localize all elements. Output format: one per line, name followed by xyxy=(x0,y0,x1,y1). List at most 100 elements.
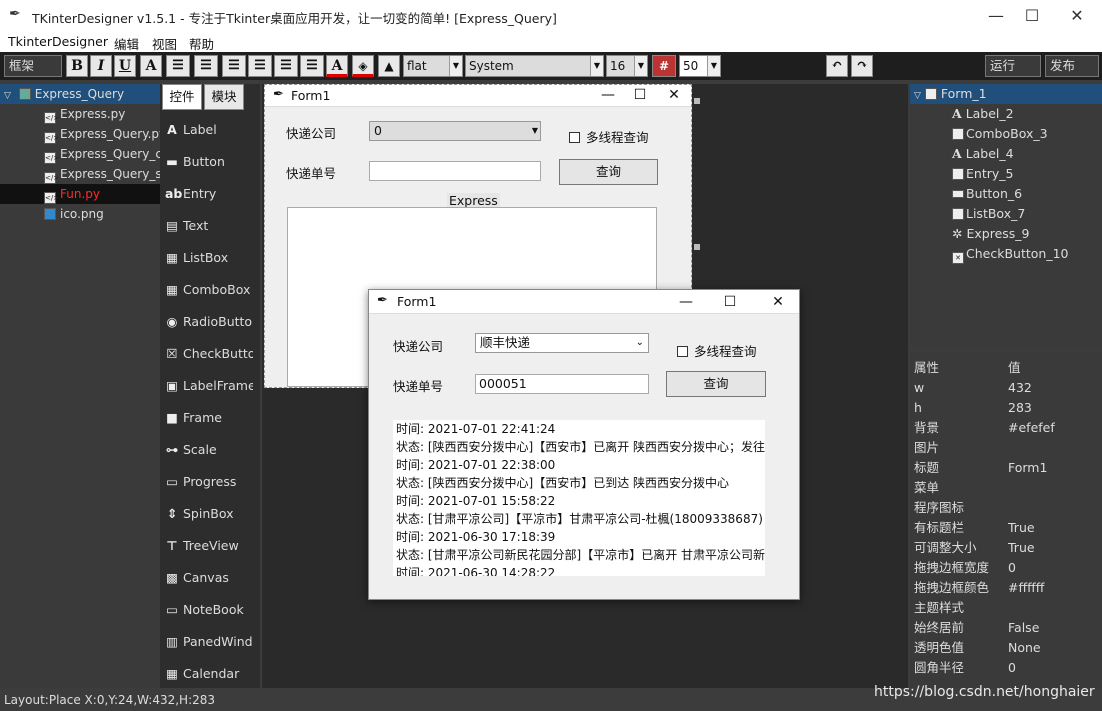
property-row[interactable]: 图片 xyxy=(914,438,1100,458)
file-item[interactable]: </>Express_Query.py xyxy=(0,124,160,144)
maximize-icon[interactable]: ☐ xyxy=(713,292,747,312)
number-label[interactable]: 快递单号 xyxy=(286,163,336,182)
tool-item[interactable]: ▬ Button xyxy=(165,152,253,172)
tool-item[interactable]: abEntry xyxy=(165,184,253,204)
multithread-checkbox[interactable]: 多线程查询 xyxy=(569,127,649,146)
property-row[interactable]: 主题样式 xyxy=(914,598,1100,618)
tool-item[interactable]: ▤ Text xyxy=(165,216,253,236)
tab-controls[interactable]: 控件 xyxy=(162,84,202,110)
widget-item[interactable]: ✕ CheckButton_10 xyxy=(952,244,1068,264)
expand-icon[interactable]: ▽ xyxy=(914,91,921,101)
property-row[interactable]: 始终居前 False xyxy=(914,618,1100,638)
result-line[interactable]: 状态: [陕西西安分拨中心]【西安市】已离开 陕西西安分拨中心；发往 xyxy=(393,438,765,456)
multithread-checkbox[interactable]: 多线程查询 xyxy=(677,341,757,360)
minimize-icon[interactable]: — xyxy=(669,292,703,312)
resize-handle[interactable] xyxy=(694,244,700,250)
widget-item[interactable]: A Label_4 xyxy=(952,144,1014,164)
widget-item[interactable]: Button_6 xyxy=(952,184,1022,204)
tool-item[interactable]: ▭ Progress xyxy=(165,472,253,492)
undo-icon[interactable]: ↶ xyxy=(826,55,848,77)
preview-form-window[interactable]: ✒ Form1 — ☐ ✕ 快递公司 顺丰快递 ⌄ 多线程查询 快递单号 0000… xyxy=(368,289,800,600)
property-value[interactable]: False xyxy=(1008,618,1039,638)
property-row[interactable]: 标题 Form1 xyxy=(914,458,1100,478)
minimize-button[interactable]: — xyxy=(978,5,1014,27)
font-size-select[interactable]: 16 ▼ xyxy=(606,55,648,77)
font-a-button[interactable]: A xyxy=(140,55,162,77)
maximize-button[interactable]: ☐ xyxy=(1014,5,1050,27)
image-icon[interactable]: ▲ xyxy=(378,55,400,77)
expand-icon[interactable]: ▽ xyxy=(4,91,11,101)
bold-button[interactable]: B xyxy=(66,55,88,77)
frame-select[interactable]: 框架 xyxy=(4,55,62,77)
property-value[interactable]: None xyxy=(1008,638,1041,658)
tool-item[interactable]: ■ Frame xyxy=(165,408,253,428)
property-row[interactable]: 菜单 xyxy=(914,478,1100,498)
align-top-icon[interactable]: ☰ xyxy=(248,55,272,77)
widget-item[interactable]: Entry_5 xyxy=(952,164,1013,184)
property-row[interactable]: 可调整大小 True xyxy=(914,538,1100,558)
property-row[interactable]: h 283 xyxy=(914,398,1100,418)
company-label[interactable]: 快递公司 xyxy=(286,123,336,142)
redo-icon[interactable]: ↷ xyxy=(851,55,873,77)
query-button[interactable]: 查询 xyxy=(666,371,766,397)
result-line[interactable]: 状态: [甘肃平凉公司新民花园分部]【平凉市】已离开 甘肃平凉公司新 xyxy=(393,546,765,564)
italic-button[interactable]: I xyxy=(90,55,112,77)
align-left-icon[interactable]: ☰ xyxy=(166,55,190,77)
result-line[interactable]: 时间: 2021-06-30 17:18:39 xyxy=(393,528,765,546)
menu-help[interactable]: 帮助 xyxy=(189,34,214,53)
result-line[interactable]: 时间: 2021-07-01 22:38:00 xyxy=(393,456,765,474)
tool-item[interactable]: ☒ CheckButto xyxy=(165,344,253,364)
property-row[interactable]: 透明色值 None xyxy=(914,638,1100,658)
property-value[interactable]: True xyxy=(1008,518,1035,538)
result-line[interactable]: 时间: 2021-07-01 22:41:24 xyxy=(393,420,765,438)
close-icon[interactable]: ✕ xyxy=(761,292,795,312)
property-value[interactable]: 0 xyxy=(1008,558,1016,578)
tool-item[interactable]: ◉ RadioButto xyxy=(165,312,253,332)
tool-item[interactable]: ▦ ListBox xyxy=(165,248,253,268)
tool-item[interactable]: ▦ ComboBox xyxy=(165,280,253,300)
property-value[interactable]: True xyxy=(1008,538,1035,558)
fill-color-icon[interactable]: ◈ xyxy=(352,55,374,77)
property-value[interactable]: 283 xyxy=(1008,398,1032,418)
close-button[interactable]: ✕ xyxy=(1059,5,1095,27)
result-line[interactable]: 状态: [陕西西安分拨中心]【西安市】已到达 陕西西安分拨中心 xyxy=(393,474,765,492)
tool-item[interactable]: ⊶ Scale xyxy=(165,440,253,460)
tool-item[interactable]: ▭ NoteBook xyxy=(165,600,253,620)
file-item-selected[interactable]: </>Fun.py xyxy=(0,184,160,204)
property-row[interactable]: 背景 #efefef xyxy=(914,418,1100,438)
property-row[interactable]: 圆角半径 0 xyxy=(914,658,1100,678)
menu-edit[interactable]: 编辑 xyxy=(114,34,139,53)
grid-size-input[interactable]: 50 ▼ xyxy=(679,55,721,77)
company-combobox[interactable]: 顺丰快递 ⌄ xyxy=(475,333,649,353)
menu-view[interactable]: 视图 xyxy=(152,34,177,53)
widget-item[interactable]: ✲ Express_9 xyxy=(952,224,1029,244)
align-middle-icon[interactable]: ☰ xyxy=(274,55,298,77)
grid-icon[interactable]: # xyxy=(652,55,676,77)
align-center-icon[interactable]: ☰ xyxy=(194,55,218,77)
widget-tree-root[interactable]: ▽ Form_1 xyxy=(910,84,1102,104)
property-row[interactable]: 程序图标 xyxy=(914,498,1100,518)
tab-modules[interactable]: 模块 xyxy=(204,84,244,110)
resize-handle[interactable] xyxy=(694,98,700,104)
font-color-icon[interactable]: A xyxy=(326,55,348,77)
company-combobox[interactable]: 0 ▼ xyxy=(369,121,541,141)
result-line[interactable]: 时间: 2021-06-30 14:28:22 xyxy=(393,564,765,576)
widget-item[interactable]: ListBox_7 xyxy=(952,204,1025,224)
property-row[interactable]: 拖拽边框宽度 0 xyxy=(914,558,1100,578)
menu-tkinterdesigner[interactable]: TkinterDesigner xyxy=(8,34,108,49)
project-root[interactable]: ▽ Express_Query xyxy=(0,84,160,104)
property-row[interactable]: 有标题栏 True xyxy=(914,518,1100,538)
tool-item[interactable]: ⊤ TreeView xyxy=(165,536,253,556)
result-line[interactable]: 状态: [甘肃平凉公司]【平凉市】甘肃平凉公司-杜楓(18009338687) … xyxy=(393,510,765,528)
underline-button[interactable]: U xyxy=(114,55,136,77)
file-item[interactable]: </>Express_Query_st xyxy=(0,164,160,184)
font-family-select[interactable]: System ▼ xyxy=(465,55,604,77)
express-label[interactable]: Express xyxy=(447,193,500,208)
property-value[interactable]: #efefef xyxy=(1008,418,1055,438)
property-value[interactable]: #ffffff xyxy=(1008,578,1044,598)
tool-item[interactable]: ▦ Calendar xyxy=(165,664,253,684)
tool-item[interactable]: A Label xyxy=(165,120,253,140)
file-item[interactable]: ico.png xyxy=(0,204,160,224)
number-entry[interactable] xyxy=(369,161,541,181)
align-right-icon[interactable]: ☰ xyxy=(222,55,246,77)
